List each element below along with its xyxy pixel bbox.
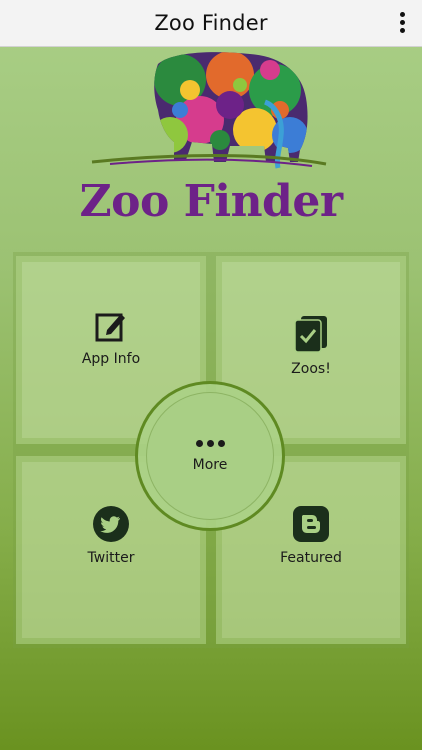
- more-label: More: [192, 456, 228, 473]
- more-button[interactable]: More: [146, 392, 274, 520]
- app-title: Zoo Finder: [154, 11, 268, 35]
- tile-label: Twitter: [87, 550, 135, 566]
- tile-label: Featured: [280, 550, 342, 566]
- app-header: Zoo Finder: [0, 0, 422, 47]
- twitter-icon: [93, 506, 129, 542]
- logo-title: Zoo Finder: [79, 176, 343, 227]
- more-button-ring: More: [135, 381, 285, 531]
- more-horiz-icon: [195, 439, 225, 447]
- tile-label: App Info: [81, 351, 141, 367]
- edit-icon: [95, 313, 125, 342]
- blogger-icon: [293, 506, 329, 542]
- checkbook-icon: [294, 316, 327, 353]
- tile-label: Zoos!: [291, 361, 331, 377]
- more-vert-icon[interactable]: [394, 9, 410, 35]
